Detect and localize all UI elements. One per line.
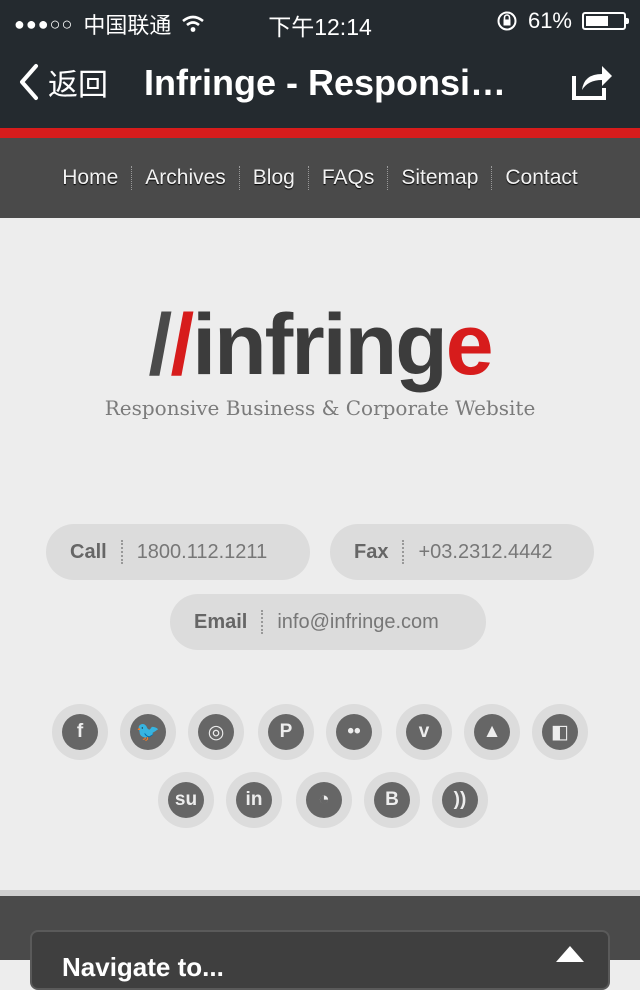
fax-pill[interactable]: Fax +03.2312.4442 xyxy=(330,524,594,580)
back-button[interactable]: 返回 xyxy=(18,60,108,104)
call-value: 1800.112.1211 xyxy=(136,540,268,563)
twitter-button[interactable]: 🐦 xyxy=(120,704,176,760)
battery-percent: 61% xyxy=(527,8,572,33)
accent-stripe xyxy=(0,128,640,138)
footer-section: Navigate to... xyxy=(0,890,640,990)
rss-icon: )) xyxy=(442,782,478,818)
navigate-dropdown[interactable]: Navigate to... xyxy=(30,930,610,990)
call-pill[interactable]: Call 1800.112.1211 xyxy=(46,524,310,580)
vimeo-icon: v xyxy=(406,714,442,750)
menu-item-blog[interactable]: Blog xyxy=(240,166,308,190)
dribbble-button[interactable]: ◎ xyxy=(188,704,244,760)
vimeo-button[interactable]: v xyxy=(396,704,452,760)
pinterest-button[interactable]: P xyxy=(258,704,314,760)
twitter-icon: 🐦 xyxy=(130,714,166,750)
menu-item-sitemap[interactable]: Sitemap xyxy=(388,166,491,190)
blogger-icon: B xyxy=(374,782,410,818)
logo-e: e xyxy=(445,297,494,393)
forrst-button[interactable]: ▲ xyxy=(464,704,520,760)
flickr-icon: •• xyxy=(336,714,372,750)
logo-wordmark: //infringe xyxy=(0,300,640,390)
menu-item-contact[interactable]: Contact xyxy=(492,166,590,190)
logo-word: infring xyxy=(192,297,447,393)
linkedin-button[interactable]: in xyxy=(226,772,282,828)
stumbleupon-icon: su xyxy=(168,782,204,818)
email-pill[interactable]: Email info@infringe.com xyxy=(170,594,486,650)
rss-button[interactable]: )) xyxy=(432,772,488,828)
status-right: 61% xyxy=(496,8,629,34)
fax-value: +03.2312.4442 xyxy=(418,540,553,563)
facebook-button[interactable]: f xyxy=(52,704,108,760)
facebook-icon: f xyxy=(62,714,98,750)
navigate-dropdown-label: Navigate to... xyxy=(62,952,224,982)
share-button[interactable] xyxy=(570,62,614,107)
menu-item-archives[interactable]: Archives xyxy=(132,166,239,190)
picasa-icon: ◔ xyxy=(306,782,342,818)
logo-tagline: Responsive Business & Corporate Website xyxy=(104,396,536,420)
email-value: info@infringe.com xyxy=(277,610,439,633)
status-bar: ●●●○○ 中国联通 下午12:14 61% xyxy=(0,0,640,40)
site-menu: Home Archives Blog FAQs Sitemap Contact xyxy=(0,138,640,218)
back-label: 返回 xyxy=(48,69,108,102)
navigation-bar: 返回 Infringe - Responsi… xyxy=(0,40,640,128)
picasa-button[interactable]: ◔ xyxy=(296,772,352,828)
battery-icon xyxy=(582,12,629,30)
site-logo[interactable]: //infringe Responsive Business & Corpora… xyxy=(0,300,640,420)
forrst-icon: ▲ xyxy=(474,714,510,750)
pinterest-icon: P xyxy=(268,714,304,750)
logo-slash-dark: / xyxy=(148,297,172,393)
logo-slash-red: / xyxy=(170,297,194,393)
delicious-button[interactable]: ◧ xyxy=(532,704,588,760)
delicious-icon: ◧ xyxy=(542,714,578,750)
chevron-left-icon xyxy=(20,64,38,100)
fax-label: Fax xyxy=(354,540,389,563)
share-icon xyxy=(572,66,612,100)
menu-item-home[interactable]: Home xyxy=(49,166,131,190)
page-title: Infringe - Responsi… xyxy=(144,62,507,103)
menu-item-faqs[interactable]: FAQs xyxy=(309,166,388,190)
flickr-button[interactable]: •• xyxy=(326,704,382,760)
blogger-button[interactable]: B xyxy=(364,772,420,828)
rotation-lock-icon xyxy=(497,11,517,31)
dribbble-icon: ◎ xyxy=(198,714,234,750)
stumbleupon-button[interactable]: su xyxy=(158,772,214,828)
battery-fill xyxy=(586,16,608,26)
linkedin-icon: in xyxy=(236,782,272,818)
call-label: Call xyxy=(70,540,107,563)
email-label: Email xyxy=(194,610,248,633)
